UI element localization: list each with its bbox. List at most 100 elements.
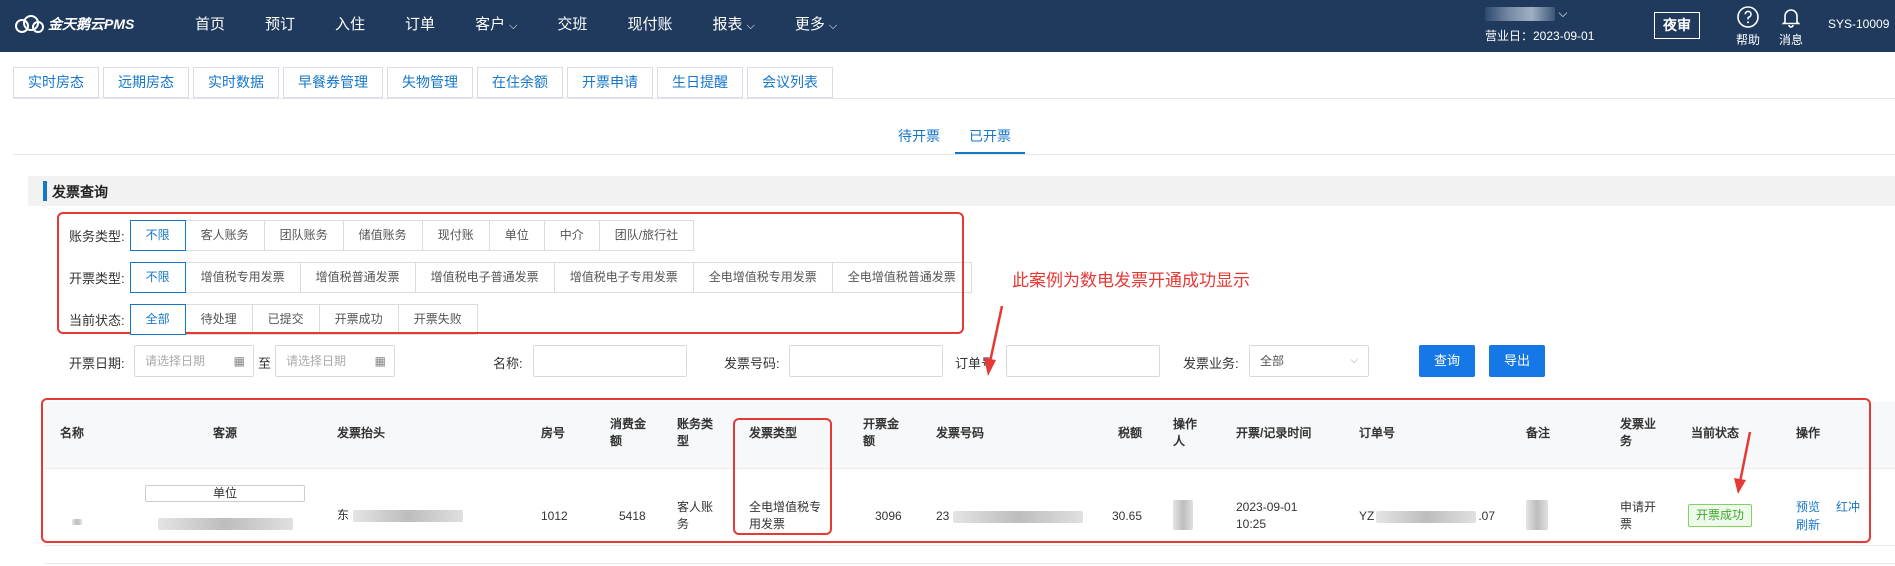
date-end-input[interactable]: 请选择日期 ▦ xyxy=(275,345,395,377)
option-cash-account[interactable]: 现付账 xyxy=(421,220,490,251)
top-navbar: 金天鹅云PMS 首页 预订 入住 订单 客户 ⌵ 交班 现付账 报表 ⌵ 更多 ⌵ ⌵… xyxy=(0,0,1895,52)
col-account-type: 账务类型 xyxy=(677,417,714,448)
option-invoice-failed[interactable]: 开票失败 xyxy=(397,304,478,335)
option-company[interactable]: 单位 xyxy=(488,220,545,251)
nav-item-reports[interactable]: 报表 ⌵ xyxy=(712,0,773,52)
invoice-number-input[interactable] xyxy=(789,345,943,377)
messages-button[interactable]: 消息 xyxy=(1774,5,1808,48)
tabs-divider xyxy=(13,98,1895,99)
option-fully-digital-vat-general[interactable]: 全电增值税普通发票 xyxy=(831,262,972,293)
tab-realtime-room-status[interactable]: 实时房态 xyxy=(13,67,99,98)
tab-realtime-data[interactable]: 实时数据 xyxy=(193,67,279,98)
nav-item-more[interactable]: 更多 ⌵ xyxy=(795,0,856,52)
row-divider xyxy=(44,468,1895,469)
help-label: 帮助 xyxy=(1735,33,1760,47)
tab-meeting-list[interactable]: 会议列表 xyxy=(747,67,833,98)
nav-item-cash-account[interactable]: 现付账 xyxy=(627,0,691,52)
nav-item-booking[interactable]: 预订 xyxy=(265,0,314,52)
calendar-icon: ▦ xyxy=(374,354,386,368)
tab-breakfast-voucher[interactable]: 早餐券管理 xyxy=(283,67,383,98)
option-pending[interactable]: 待处理 xyxy=(184,304,253,335)
option-group: 不限 增值税专用发票 增值税普通发票 增值税电子普通发票 增值税电子专用发票 全… xyxy=(129,262,972,293)
chevron-down-icon: ⌵ xyxy=(1558,6,1568,20)
messages-label: 消息 xyxy=(1778,33,1803,47)
help-button[interactable]: 帮助 xyxy=(1731,5,1765,48)
col-business: 发票业务 xyxy=(1620,417,1657,448)
option-fully-digital-vat-special[interactable]: 全电增值税专用发票 xyxy=(692,262,833,293)
option-vat-electronic-general[interactable]: 增值税电子普通发票 xyxy=(414,262,555,293)
option-vat-electronic-special[interactable]: 增值税电子专用发票 xyxy=(553,262,694,293)
invoice-type: 全电增值税专用发票 xyxy=(749,500,822,531)
export-button[interactable]: 导出 xyxy=(1489,345,1545,377)
room-number: 1012 xyxy=(541,509,568,523)
title-redacted xyxy=(353,509,464,522)
cloud-logo-icon xyxy=(15,15,44,33)
option-group-account[interactable]: 团队账务 xyxy=(263,220,344,251)
invoice-number: 23 xyxy=(936,508,1084,525)
app-logo[interactable]: 金天鹅云PMS xyxy=(14,14,134,34)
calendar-icon: ▦ xyxy=(233,354,245,368)
status-badge: 开票成功 xyxy=(1688,504,1752,527)
invoice-business-select[interactable]: 全部 ⌵ xyxy=(1249,345,1369,377)
invoice-business-label: 发票业务: xyxy=(1183,356,1239,371)
section-title: 发票查询 xyxy=(52,184,108,200)
subtab-pending-invoice[interactable]: 待开票 xyxy=(898,126,940,146)
col-order-number: 订单号 xyxy=(1359,426,1396,440)
tab-in-house-balance[interactable]: 在住余额 xyxy=(477,67,563,98)
tab-lost-and-found[interactable]: 失物管理 xyxy=(387,67,473,98)
col-status: 当前状态 xyxy=(1691,426,1740,440)
bell-icon xyxy=(1781,9,1801,28)
col-operator: 操作人 xyxy=(1173,417,1198,448)
subtab-issued-invoice[interactable]: 已开票 xyxy=(969,126,1011,146)
option-invoice-success[interactable]: 开票成功 xyxy=(318,304,399,335)
tab-invoice-request[interactable]: 开票申请 xyxy=(567,67,653,98)
date-start-input[interactable]: 请选择日期 ▦ xyxy=(134,345,254,377)
filter-label: 开票类型: xyxy=(69,271,125,286)
red-reversal-link[interactable]: 红冲 xyxy=(1836,499,1860,516)
row-divider xyxy=(44,545,1895,546)
nav-item-home[interactable]: 首页 xyxy=(195,0,244,52)
user-info[interactable]: ⌵ 营业日：2023-09-01 xyxy=(1485,6,1594,44)
filter-label: 当前状态: xyxy=(69,313,125,328)
col-tax: 税额 xyxy=(1118,426,1143,440)
preview-link[interactable]: 预览 xyxy=(1796,499,1820,516)
subtabs-divider xyxy=(13,154,1895,155)
order-number-input[interactable] xyxy=(1006,345,1160,377)
account-type: 客人账务 xyxy=(677,500,714,531)
col-invoice-type: 发票类型 xyxy=(749,426,798,440)
option-agency[interactable]: 中介 xyxy=(543,220,600,251)
main-nav: 首页 预订 入住 订单 客户 ⌵ 交班 现付账 报表 ⌵ 更多 ⌵ xyxy=(195,0,877,52)
option-stored-value-account[interactable]: 储值账务 xyxy=(342,220,423,251)
operator-redacted xyxy=(1173,500,1193,530)
refresh-link[interactable]: 刷新 xyxy=(1796,517,1820,534)
nav-item-customers[interactable]: 客户 ⌵ xyxy=(475,0,536,52)
order-number-redacted xyxy=(1376,510,1477,523)
invoice-number-redacted xyxy=(953,510,1084,523)
chevron-down-icon: ⌵ xyxy=(828,20,838,32)
option-all[interactable]: 全部 xyxy=(129,304,186,335)
option-unlimited[interactable]: 不限 xyxy=(129,220,186,251)
nav-item-checkin[interactable]: 入住 xyxy=(335,0,384,52)
section-header: 发票查询 xyxy=(28,176,1895,206)
tab-birthday-reminder[interactable]: 生日提醒 xyxy=(657,67,743,98)
option-guest-account[interactable]: 客人账务 xyxy=(184,220,265,251)
option-vat-general[interactable]: 增值税普通发票 xyxy=(299,262,416,293)
section-accent-bar xyxy=(43,181,47,201)
nav-item-orders[interactable]: 订单 xyxy=(405,0,454,52)
col-invoice-title: 发票抬头 xyxy=(337,426,386,440)
night-audit-button[interactable]: 夜审 xyxy=(1654,12,1700,39)
option-unlimited[interactable]: 不限 xyxy=(129,262,186,293)
nav-item-shift[interactable]: 交班 xyxy=(557,0,606,52)
name-input[interactable] xyxy=(533,345,687,377)
option-vat-special[interactable]: 增值税专用发票 xyxy=(184,262,301,293)
option-group: 不限 客人账务 团队账务 储值账务 现付账 单位 中介 团队/旅行社 xyxy=(129,220,695,251)
source-tag: 单位 xyxy=(145,485,305,502)
filter-status: 当前状态: 全部 待处理 已提交 开票成功 开票失败 xyxy=(69,304,478,335)
search-button[interactable]: 查询 xyxy=(1419,345,1475,377)
option-group-travel-agency[interactable]: 团队/旅行社 xyxy=(598,220,695,251)
option-submitted[interactable]: 已提交 xyxy=(251,304,320,335)
chevron-down-icon: ⌵ xyxy=(746,20,755,32)
invoice-business: 申请开票 xyxy=(1620,500,1657,531)
tab-future-room-status[interactable]: 远期房态 xyxy=(103,67,189,98)
order-number: YZ .07 xyxy=(1359,509,1496,523)
